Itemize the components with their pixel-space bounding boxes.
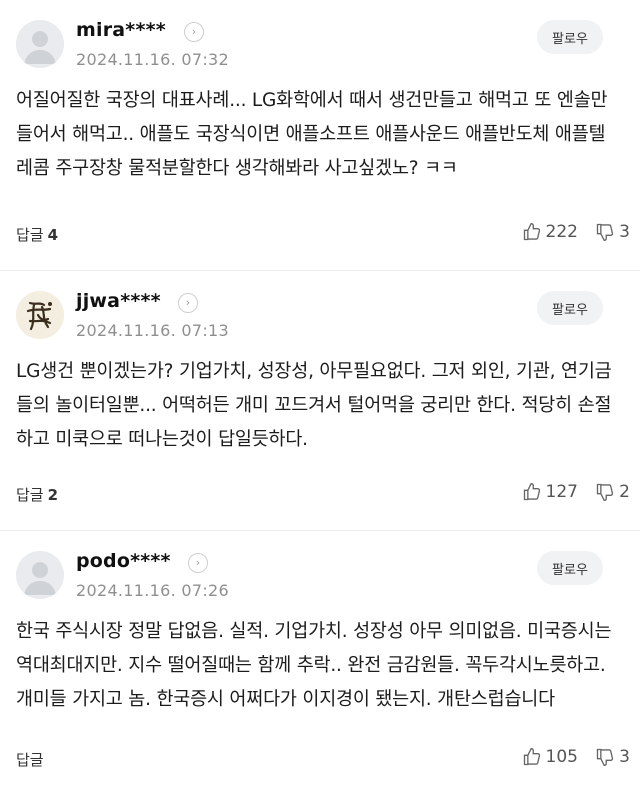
comment-text: LG생건 뿐이겠는가? 기업가치, 성장성, 아무필요없다. 그저 외인, 기관… xyxy=(16,361,612,450)
reply-button[interactable]: 답글 2 xyxy=(16,484,58,505)
username[interactable]: podo**** xyxy=(76,550,171,572)
comment-item: mira**** › 2024.11.16. 07:32 팔로우 어질어질한 국… xyxy=(0,0,640,271)
comment-actions: 답글 2 127 2 xyxy=(16,482,630,508)
dislike-button[interactable]: 3 xyxy=(595,747,630,767)
comment-item: jjwa**** › 2024.11.16. 07:13 팔로우 LG생건 뿐이… xyxy=(0,271,640,531)
follow-button[interactable]: 팔로우 xyxy=(537,20,603,54)
reply-label: 답글 xyxy=(16,486,44,504)
reply-button[interactable]: 답글 4 xyxy=(16,224,58,245)
dislike-count: 2 xyxy=(619,482,630,502)
default-avatar-icon[interactable] xyxy=(16,551,64,599)
thumbs-up-icon xyxy=(523,747,540,766)
thumbs-down-icon xyxy=(597,483,614,502)
username[interactable]: mira**** xyxy=(76,19,166,41)
thumbs-up-icon xyxy=(523,482,540,501)
like-count: 105 xyxy=(545,747,578,767)
timestamp: 2024.11.16. 07:32 xyxy=(76,50,229,69)
reply-button[interactable]: 답글 xyxy=(16,749,48,770)
default-avatar-icon[interactable] xyxy=(16,20,64,68)
calligraphy-avatar[interactable] xyxy=(16,291,64,339)
like-count: 127 xyxy=(545,482,578,502)
thumbs-up-icon xyxy=(523,222,540,241)
like-button[interactable]: 222 xyxy=(522,222,578,242)
comment-header: podo**** › 2024.11.16. 07:26 팔로우 xyxy=(16,531,624,615)
thumbs-down-icon xyxy=(597,748,614,767)
follow-button[interactable]: 팔로우 xyxy=(537,551,603,585)
thumbs-down-icon xyxy=(597,223,614,242)
comment-actions: 답글 4 222 3 xyxy=(16,222,630,248)
chevron-right-icon[interactable]: › xyxy=(184,22,204,42)
comment-actions: 답글 105 3 xyxy=(16,747,630,773)
reply-label: 답글 xyxy=(16,226,44,244)
username[interactable]: jjwa**** xyxy=(76,290,161,312)
dislike-count: 3 xyxy=(619,747,630,767)
comment-text: 한국 주식시장 정말 답없음. 실적. 기업가치. 성장성 아무 의미없음. 미… xyxy=(16,621,612,710)
timestamp: 2024.11.16. 07:13 xyxy=(76,321,229,340)
reply-label: 답글 xyxy=(16,751,44,769)
dislike-button[interactable]: 3 xyxy=(595,222,630,242)
timestamp: 2024.11.16. 07:26 xyxy=(76,581,229,600)
follow-button[interactable]: 팔로우 xyxy=(537,291,603,325)
chevron-right-icon[interactable]: › xyxy=(178,293,198,313)
like-button[interactable]: 105 xyxy=(522,747,578,767)
dislike-count: 3 xyxy=(619,222,630,242)
comment-item: podo**** › 2024.11.16. 07:26 팔로우 한국 주식시장… xyxy=(0,531,640,791)
dislike-button[interactable]: 2 xyxy=(595,482,630,502)
comment-header: jjwa**** › 2024.11.16. 07:13 팔로우 xyxy=(16,271,624,355)
reply-count: 4 xyxy=(47,226,59,244)
like-count: 222 xyxy=(545,222,578,242)
chevron-right-icon[interactable]: › xyxy=(188,553,208,573)
comment-header: mira**** › 2024.11.16. 07:32 팔로우 xyxy=(16,0,624,84)
reply-count: 2 xyxy=(47,486,59,504)
comment-text: 어질어질한 국장의 대표사례... LG화학에서 때서 생건만들고 해먹고 또 … xyxy=(16,90,608,179)
like-button[interactable]: 127 xyxy=(522,482,578,502)
